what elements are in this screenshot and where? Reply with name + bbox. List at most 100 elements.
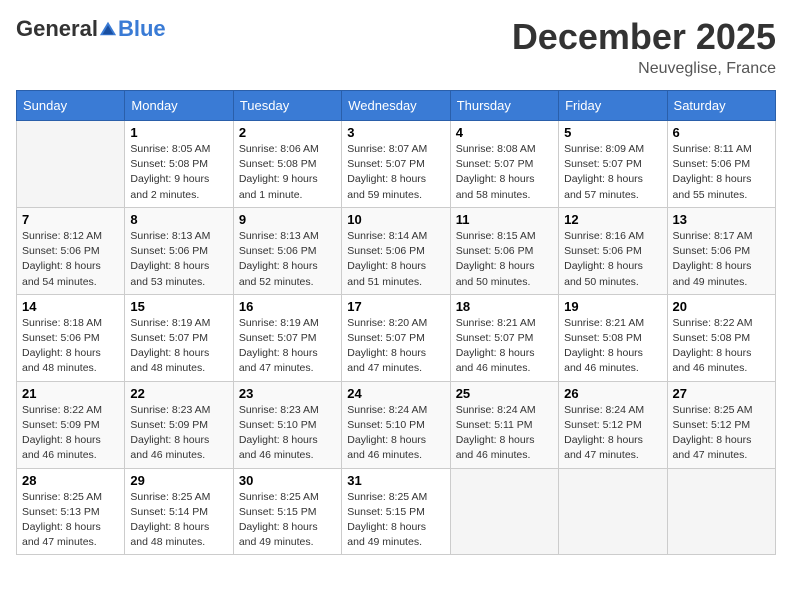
- day-cell: 20 Sunrise: 8:22 AMSunset: 5:08 PMDayligh…: [667, 294, 775, 381]
- day-cell: 14Sunrise: 8:18 AMSunset: 5:06 PMDayligh…: [17, 294, 125, 381]
- week-row-1: 1 Sunrise: 8:05 AMSunset: 5:08 PMDaylight…: [17, 121, 776, 208]
- day-detail: Sunrise: 8:25 AMSunset: 5:15 PMDaylight:…: [347, 490, 444, 551]
- day-number: 13: [673, 212, 770, 227]
- day-detail: Sunrise: 8:05 AMSunset: 5:08 PMDaylight:…: [130, 142, 227, 203]
- day-detail: Sunrise: 8:24 AMSunset: 5:11 PMDaylight:…: [456, 403, 553, 464]
- day-number: 30: [239, 473, 336, 488]
- day-detail: Sunrise: 8:25 AMSunset: 5:14 PMDaylight:…: [130, 490, 227, 551]
- day-detail: Sunrise: 8:15 AMSunset: 5:06 PMDaylight:…: [456, 229, 553, 290]
- day-detail: Sunrise: 8:24 AMSunset: 5:12 PMDaylight:…: [564, 403, 661, 464]
- day-cell: 8 Sunrise: 8:13 AMSunset: 5:06 PMDaylight…: [125, 207, 233, 294]
- day-cell: 1 Sunrise: 8:05 AMSunset: 5:08 PMDaylight…: [125, 121, 233, 208]
- day-cell: 25Sunrise: 8:24 AMSunset: 5:11 PMDayligh…: [450, 381, 558, 468]
- day-detail: Sunrise: 8:13 AMSunset: 5:06 PMDaylight:…: [239, 229, 336, 290]
- day-cell: 16Sunrise: 8:19 AMSunset: 5:07 PMDayligh…: [233, 294, 341, 381]
- day-cell: 4 Sunrise: 8:08 AMSunset: 5:07 PMDaylight…: [450, 121, 558, 208]
- day-detail: Sunrise: 8:07 AMSunset: 5:07 PMDaylight:…: [347, 142, 444, 203]
- day-detail: Sunrise: 8:13 AMSunset: 5:06 PMDaylight:…: [130, 229, 227, 290]
- day-number: 20: [673, 299, 770, 314]
- day-cell: 26 Sunrise: 8:24 AMSunset: 5:12 PMDayligh…: [559, 381, 667, 468]
- day-detail: Sunrise: 8:14 AMSunset: 5:06 PMDaylight:…: [347, 229, 444, 290]
- day-cell: 17 Sunrise: 8:20 AMSunset: 5:07 PMDayligh…: [342, 294, 450, 381]
- calendar-subtitle: Neuveglise, France: [512, 60, 776, 78]
- day-detail: Sunrise: 8:25 AMSunset: 5:13 PMDaylight:…: [22, 490, 119, 551]
- day-cell: 5 Sunrise: 8:09 AMSunset: 5:07 PMDaylight…: [559, 121, 667, 208]
- day-number: 22: [130, 386, 227, 401]
- title-block: December 2025 Neuveglise, France: [512, 16, 776, 78]
- day-number: 26: [564, 386, 661, 401]
- day-number: 6: [673, 125, 770, 140]
- header-row: SundayMondayTuesdayWednesdayThursdayFrid…: [17, 91, 776, 121]
- day-cell: 12 Sunrise: 8:16 AMSunset: 5:06 PMDayligh…: [559, 207, 667, 294]
- day-cell: 21 Sunrise: 8:22 AMSunset: 5:09 PMDayligh…: [17, 381, 125, 468]
- header-monday: Monday: [125, 91, 233, 121]
- day-number: 17: [347, 299, 444, 314]
- day-cell: 10Sunrise: 8:14 AMSunset: 5:06 PMDayligh…: [342, 207, 450, 294]
- day-number: 1: [130, 125, 227, 140]
- day-detail: Sunrise: 8:25 AMSunset: 5:12 PMDaylight:…: [673, 403, 770, 464]
- day-detail: Sunrise: 8:22 AMSunset: 5:08 PMDaylight:…: [673, 316, 770, 377]
- day-number: 15: [130, 299, 227, 314]
- day-cell: [17, 121, 125, 208]
- week-row-3: 14Sunrise: 8:18 AMSunset: 5:06 PMDayligh…: [17, 294, 776, 381]
- day-detail: Sunrise: 8:16 AMSunset: 5:06 PMDaylight:…: [564, 229, 661, 290]
- header-sunday: Sunday: [17, 91, 125, 121]
- day-cell: 13 Sunrise: 8:17 AMSunset: 5:06 PMDayligh…: [667, 207, 775, 294]
- day-cell: 24 Sunrise: 8:24 AMSunset: 5:10 PMDayligh…: [342, 381, 450, 468]
- calendar-table: SundayMondayTuesdayWednesdayThursdayFrid…: [16, 90, 776, 555]
- logo-general-text: General: [16, 16, 98, 42]
- day-number: 29: [130, 473, 227, 488]
- header-tuesday: Tuesday: [233, 91, 341, 121]
- day-number: 8: [130, 212, 227, 227]
- day-cell: 22Sunrise: 8:23 AMSunset: 5:09 PMDayligh…: [125, 381, 233, 468]
- calendar-title: December 2025: [512, 16, 776, 58]
- day-number: 21: [22, 386, 119, 401]
- day-detail: Sunrise: 8:23 AMSunset: 5:10 PMDaylight:…: [239, 403, 336, 464]
- day-cell: 15 Sunrise: 8:19 AMSunset: 5:07 PMDayligh…: [125, 294, 233, 381]
- day-number: 18: [456, 299, 553, 314]
- day-number: 28: [22, 473, 119, 488]
- day-detail: Sunrise: 8:08 AMSunset: 5:07 PMDaylight:…: [456, 142, 553, 203]
- day-cell: 31Sunrise: 8:25 AMSunset: 5:15 PMDayligh…: [342, 468, 450, 555]
- day-detail: Sunrise: 8:19 AMSunset: 5:07 PMDaylight:…: [130, 316, 227, 377]
- day-number: 9: [239, 212, 336, 227]
- day-number: 12: [564, 212, 661, 227]
- day-detail: Sunrise: 8:09 AMSunset: 5:07 PMDaylight:…: [564, 142, 661, 203]
- header-thursday: Thursday: [450, 91, 558, 121]
- day-number: 14: [22, 299, 119, 314]
- week-row-5: 28 Sunrise: 8:25 AMSunset: 5:13 PMDayligh…: [17, 468, 776, 555]
- header-saturday: Saturday: [667, 91, 775, 121]
- day-number: 23: [239, 386, 336, 401]
- day-detail: Sunrise: 8:21 AMSunset: 5:08 PMDaylight:…: [564, 316, 661, 377]
- day-cell: 6Sunrise: 8:11 AMSunset: 5:06 PMDaylight…: [667, 121, 775, 208]
- calendar-header: General Blue December 2025 Neuveglise, F…: [16, 16, 776, 78]
- day-detail: Sunrise: 8:22 AMSunset: 5:09 PMDaylight:…: [22, 403, 119, 464]
- day-detail: Sunrise: 8:20 AMSunset: 5:07 PMDaylight:…: [347, 316, 444, 377]
- day-number: 27: [673, 386, 770, 401]
- header-wednesday: Wednesday: [342, 91, 450, 121]
- day-number: 11: [456, 212, 553, 227]
- day-cell: 2 Sunrise: 8:06 AMSunset: 5:08 PMDaylight…: [233, 121, 341, 208]
- day-number: 5: [564, 125, 661, 140]
- day-number: 16: [239, 299, 336, 314]
- day-cell: [450, 468, 558, 555]
- day-number: 24: [347, 386, 444, 401]
- logo-icon: [99, 20, 117, 38]
- day-number: 2: [239, 125, 336, 140]
- day-number: 19: [564, 299, 661, 314]
- day-cell: 3Sunrise: 8:07 AMSunset: 5:07 PMDaylight…: [342, 121, 450, 208]
- day-detail: Sunrise: 8:24 AMSunset: 5:10 PMDaylight:…: [347, 403, 444, 464]
- day-cell: [667, 468, 775, 555]
- day-detail: Sunrise: 8:21 AMSunset: 5:07 PMDaylight:…: [456, 316, 553, 377]
- day-number: 7: [22, 212, 119, 227]
- day-cell: 27 Sunrise: 8:25 AMSunset: 5:12 PMDayligh…: [667, 381, 775, 468]
- day-number: 4: [456, 125, 553, 140]
- day-detail: Sunrise: 8:17 AMSunset: 5:06 PMDaylight:…: [673, 229, 770, 290]
- day-detail: Sunrise: 8:06 AMSunset: 5:08 PMDaylight:…: [239, 142, 336, 203]
- header-friday: Friday: [559, 91, 667, 121]
- day-cell: [559, 468, 667, 555]
- day-cell: 30 Sunrise: 8:25 AMSunset: 5:15 PMDayligh…: [233, 468, 341, 555]
- logo-blue-text: Blue: [118, 16, 166, 42]
- day-cell: 7Sunrise: 8:12 AMSunset: 5:06 PMDaylight…: [17, 207, 125, 294]
- day-detail: Sunrise: 8:25 AMSunset: 5:15 PMDaylight:…: [239, 490, 336, 551]
